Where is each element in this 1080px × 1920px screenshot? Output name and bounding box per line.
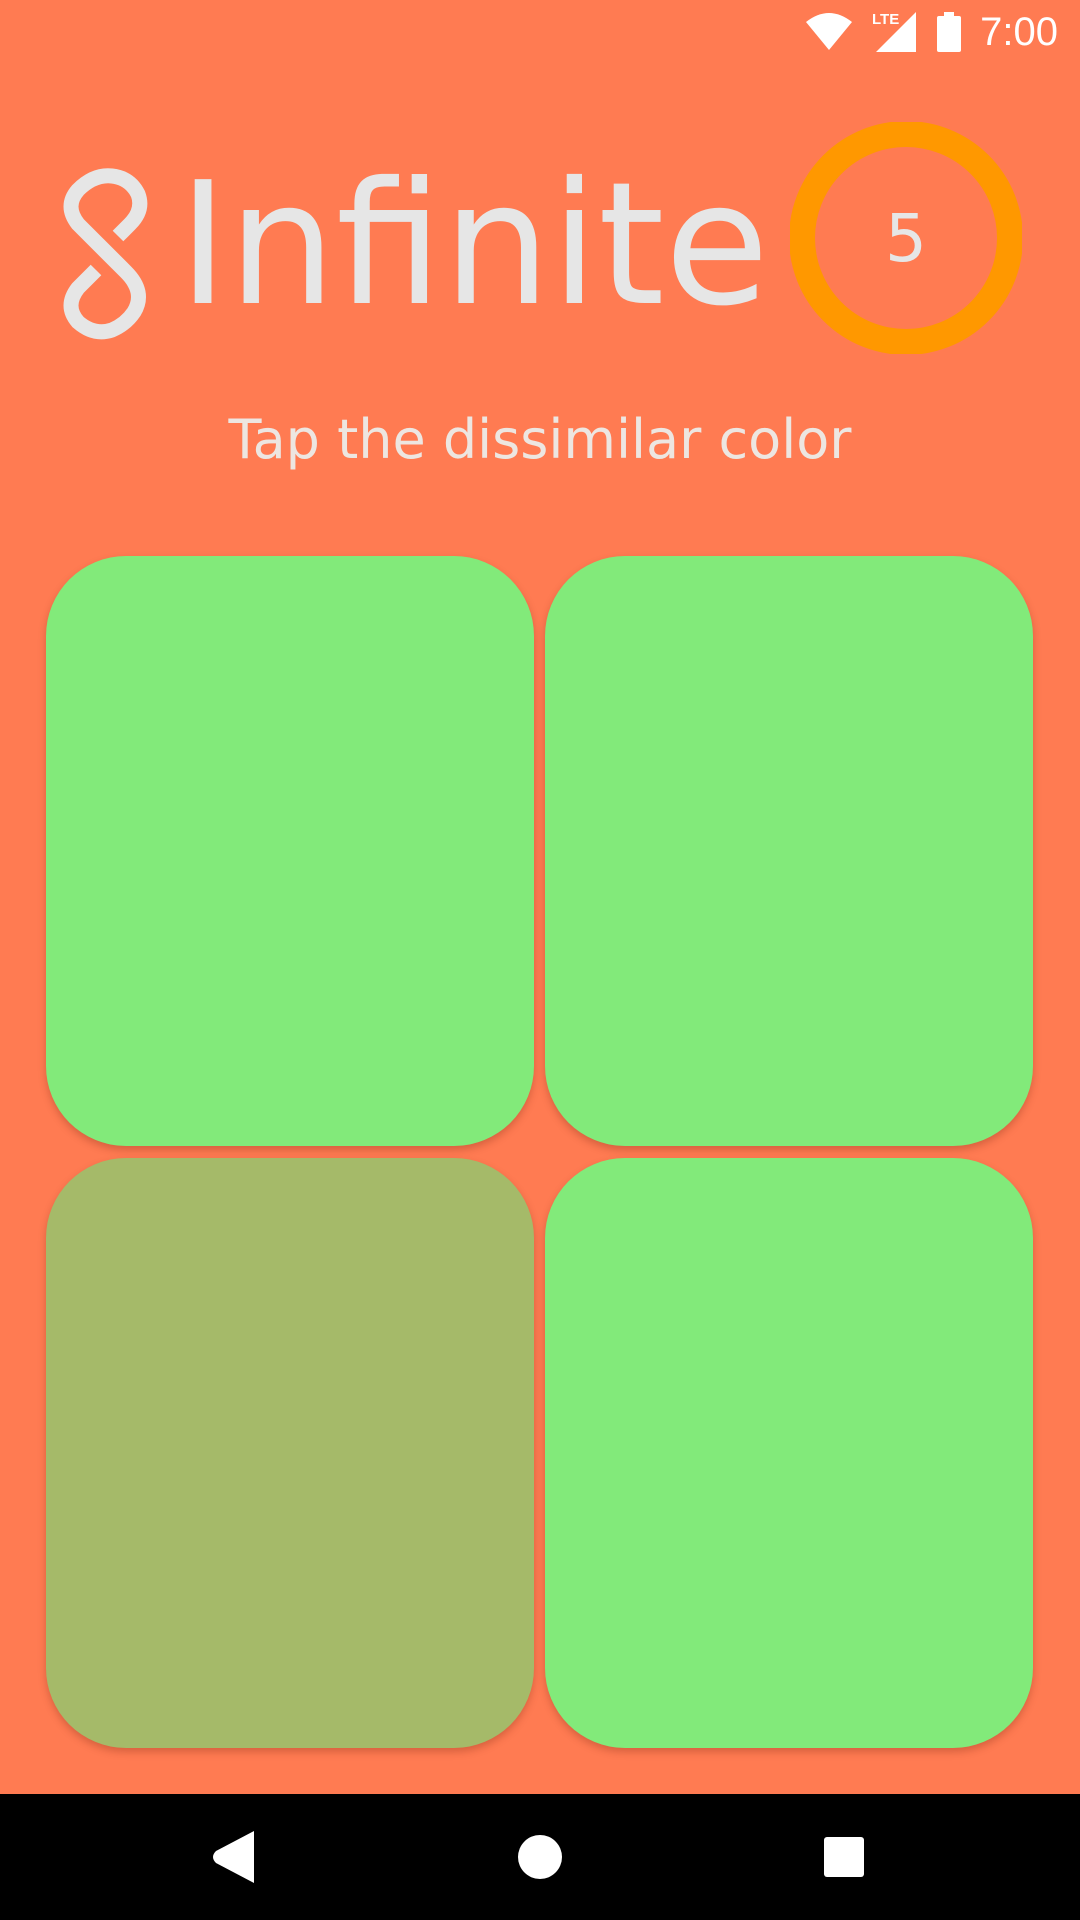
infinity-icon — [60, 150, 160, 340]
recents-icon — [824, 1837, 864, 1877]
recents-button[interactable] — [812, 1825, 876, 1889]
network-type-label: LTE — [872, 11, 899, 28]
color-tile-3[interactable] — [46, 1158, 534, 1748]
mode-title: Infinite — [178, 146, 770, 344]
home-icon — [518, 1835, 562, 1879]
color-tile-2[interactable] — [545, 556, 1033, 1146]
header: Infinite 5 — [0, 110, 1080, 370]
home-button[interactable] — [508, 1825, 572, 1889]
status-time: 7:00 — [980, 10, 1058, 54]
back-button[interactable] — [206, 1825, 270, 1889]
color-tile-grid — [46, 556, 1034, 1748]
navigation-bar — [0, 1794, 1080, 1920]
countdown-timer: 5 — [790, 122, 1022, 354]
back-icon — [213, 1831, 254, 1883]
status-icons: LTE 7:00 — [804, 8, 1058, 56]
status-bar: LTE 7:00 — [0, 0, 1080, 64]
cellular-signal-icon: LTE — [872, 10, 918, 54]
battery-icon — [936, 12, 962, 52]
color-tile-4[interactable] — [545, 1158, 1033, 1748]
color-tile-1[interactable] — [46, 556, 534, 1146]
wifi-icon — [804, 12, 854, 52]
timer-value: 5 — [885, 199, 927, 277]
instruction-text: Tap the dissimilar color — [228, 408, 852, 471]
